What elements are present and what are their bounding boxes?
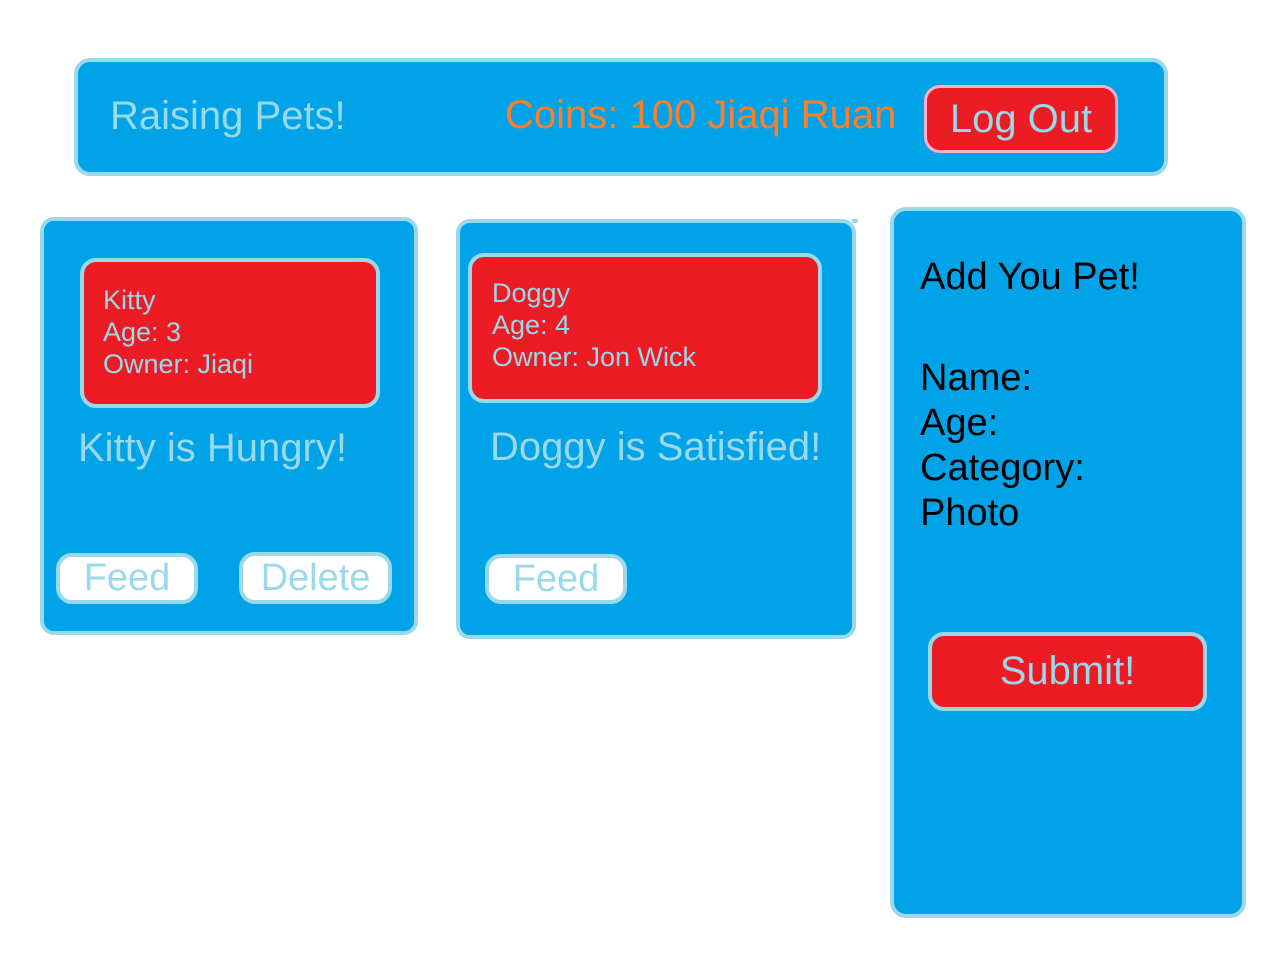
- delete-button[interactable]: Delete: [239, 552, 392, 604]
- form-fields: Name: Age: Category: Photo: [920, 356, 1085, 536]
- coins-user-info: Coins: 100 Jiaqi Ruan: [505, 93, 897, 137]
- pet-age: Age: 4: [492, 310, 571, 340]
- pet-status: Kitty is Hungry!: [78, 426, 347, 470]
- age-field[interactable]: Age:: [920, 401, 1085, 446]
- add-pet-form: [890, 207, 1246, 918]
- pet-status: Doggy is Satisfied!: [490, 425, 822, 469]
- logout-button[interactable]: Log Out: [924, 85, 1118, 153]
- pet-name: Doggy: [492, 278, 571, 308]
- submit-button[interactable]: Submit!: [928, 632, 1207, 711]
- photo-field[interactable]: Photo: [920, 491, 1085, 536]
- pet-name: Kitty: [103, 285, 156, 315]
- pet-info-text: Kitty Age: 3 Owner: Jiaqi: [103, 284, 253, 380]
- category-field[interactable]: Category:: [920, 446, 1085, 491]
- divider-speck: [852, 219, 858, 223]
- app-title: Raising Pets!: [110, 94, 346, 138]
- pet-owner: Owner: Jiaqi: [103, 349, 254, 379]
- feed-button[interactable]: Feed: [56, 553, 198, 604]
- feed-button[interactable]: Feed: [485, 554, 627, 604]
- pet-owner: Owner: Jon Wick: [492, 342, 697, 372]
- form-title: Add You Pet!: [920, 256, 1140, 298]
- name-field[interactable]: Name:: [920, 356, 1085, 401]
- pet-age: Age: 3: [103, 317, 182, 347]
- pet-info-text: Doggy Age: 4 Owner: Jon Wick: [492, 277, 696, 373]
